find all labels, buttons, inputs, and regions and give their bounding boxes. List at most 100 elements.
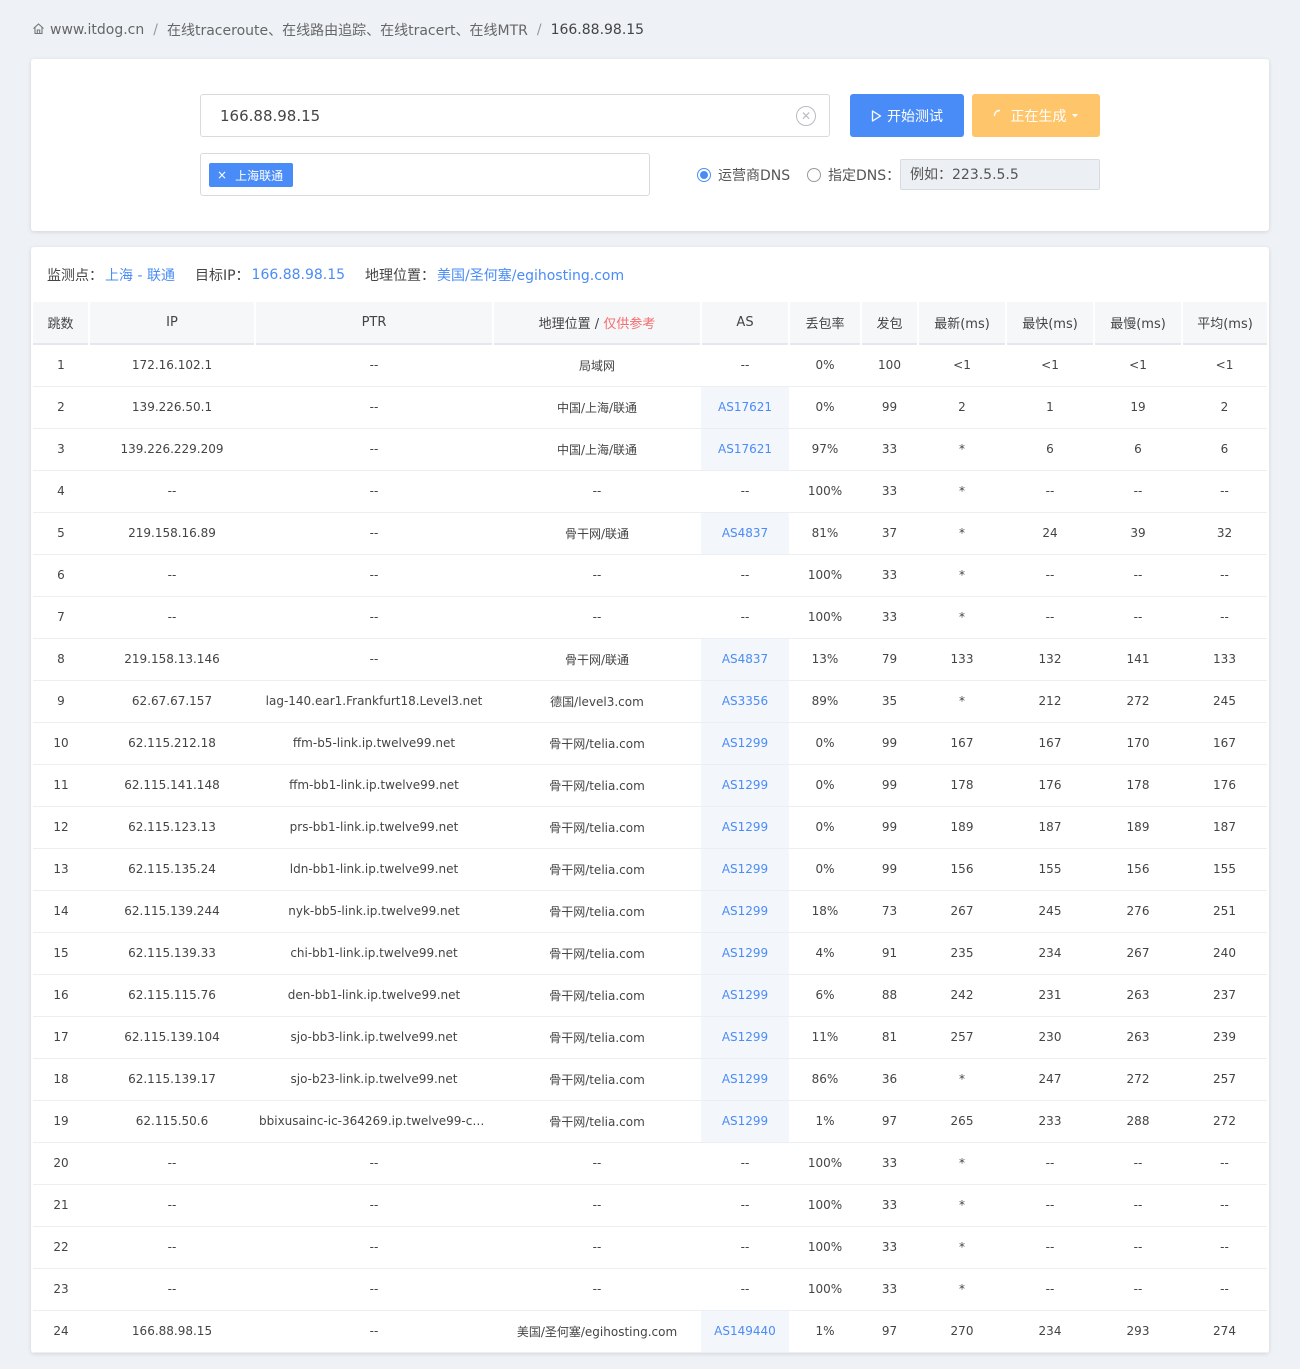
cell-last: 235 bbox=[918, 932, 1006, 975]
cell-best: 234 bbox=[1006, 932, 1094, 975]
cell-last: * bbox=[918, 1184, 1006, 1227]
cell-last: 189 bbox=[918, 806, 1006, 849]
header-ip: IP bbox=[89, 302, 256, 344]
as-link[interactable]: AS1299 bbox=[701, 1100, 789, 1143]
cell-ip: 219.158.13.146 bbox=[89, 638, 255, 681]
cell-sent: 100 bbox=[861, 344, 918, 387]
cell-hop: 20 bbox=[33, 1142, 89, 1185]
cell-hop: 15 bbox=[33, 932, 89, 975]
cell-loss: 0% bbox=[789, 344, 861, 387]
cell-sent: 33 bbox=[861, 596, 918, 639]
cell-last: 267 bbox=[918, 890, 1006, 933]
cell-as: -- bbox=[701, 470, 789, 513]
cell-best: 230 bbox=[1006, 1016, 1094, 1059]
cell-loss: 1% bbox=[789, 1310, 861, 1353]
cell-best: -- bbox=[1006, 1184, 1094, 1227]
cell-loss: 13% bbox=[789, 638, 861, 681]
as-link[interactable]: AS4837 bbox=[701, 512, 789, 555]
cell-as: -- bbox=[701, 596, 789, 639]
as-link[interactable]: AS1299 bbox=[701, 932, 789, 975]
as-link[interactable]: AS1299 bbox=[701, 1058, 789, 1101]
breadcrumb-home-link[interactable]: www.itdog.cn bbox=[50, 22, 144, 38]
monitor-point-select[interactable]: × 上海联通 bbox=[200, 153, 650, 196]
as-link[interactable]: AS17621 bbox=[701, 386, 789, 429]
cell-sent: 37 bbox=[861, 512, 918, 555]
as-link[interactable]: AS1299 bbox=[701, 848, 789, 891]
table-row: 18 62.115.139.17 sjo-b23-link.ip.twelve99.… bbox=[33, 1058, 1267, 1101]
cell-worst: 267 bbox=[1094, 932, 1182, 975]
as-link[interactable]: AS1299 bbox=[701, 806, 789, 849]
cell-loss: 0% bbox=[789, 386, 861, 429]
cell-best: -- bbox=[1006, 1226, 1094, 1269]
as-link[interactable]: AS1299 bbox=[701, 764, 789, 807]
as-link[interactable]: AS1299 bbox=[701, 722, 789, 765]
as-link[interactable]: AS4837 bbox=[701, 638, 789, 681]
cell-loss: 1% bbox=[789, 1100, 861, 1143]
cell-best: 245 bbox=[1006, 890, 1094, 933]
cell-hop: 18 bbox=[33, 1058, 89, 1101]
cell-worst: <1 bbox=[1094, 344, 1182, 387]
cell-ip: -- bbox=[89, 554, 255, 597]
cell-loss: 4% bbox=[789, 932, 861, 975]
cell-worst: 170 bbox=[1094, 722, 1182, 765]
cell-last: * bbox=[918, 470, 1006, 513]
dns-custom-radio[interactable] bbox=[807, 168, 821, 182]
generating-dropdown-button[interactable]: 正在生成 bbox=[972, 94, 1100, 137]
breadcrumb-current: 166.88.98.15 bbox=[550, 22, 645, 38]
tag-remove-icon[interactable]: × bbox=[217, 168, 227, 182]
cell-ip: 62.115.141.148 bbox=[89, 764, 255, 807]
cell-worst: 293 bbox=[1094, 1310, 1182, 1353]
clear-circle-icon[interactable]: ✕ bbox=[796, 106, 816, 126]
dns-custom-option[interactable]: 指定DNS： bbox=[807, 163, 900, 187]
cell-ptr: -- bbox=[255, 428, 493, 471]
start-test-button[interactable]: 开始测试 bbox=[850, 94, 964, 137]
cell-sent: 88 bbox=[861, 974, 918, 1017]
cell-sent: 79 bbox=[861, 638, 918, 681]
cell-best: 187 bbox=[1006, 806, 1094, 849]
cell-as: -- bbox=[701, 1184, 789, 1227]
as-link[interactable]: AS1299 bbox=[701, 890, 789, 933]
table-row: 1 172.16.102.1 -- 局域网 -- 0% 100 <1 <1 <1 <1 bbox=[33, 344, 1267, 387]
cell-loss: 100% bbox=[789, 1226, 861, 1269]
as-link[interactable]: AS3356 bbox=[701, 680, 789, 723]
table-row: 4 -- -- -- -- 100% 33 * -- -- -- bbox=[33, 470, 1267, 513]
cell-ip: 62.115.123.13 bbox=[89, 806, 255, 849]
as-link[interactable]: AS1299 bbox=[701, 974, 789, 1017]
cell-loss: 100% bbox=[789, 596, 861, 639]
as-link[interactable]: AS17621 bbox=[701, 428, 789, 471]
cell-ptr: -- bbox=[255, 386, 493, 429]
cell-geo: 骨干网/telia.com bbox=[493, 764, 701, 807]
table-row: 19 62.115.50.6 bbixusainc-ic-364269.ip.twe… bbox=[33, 1100, 1267, 1143]
cell-avg: -- bbox=[1182, 1184, 1267, 1227]
header-as: AS bbox=[701, 302, 790, 344]
as-link[interactable]: AS1299 bbox=[701, 1016, 789, 1059]
cell-worst: 141 bbox=[1094, 638, 1182, 681]
cell-loss: 100% bbox=[789, 1142, 861, 1185]
breadcrumb: www.itdog.cn / 在线traceroute、在线路由追踪、在线tra… bbox=[32, 20, 644, 40]
cell-loss: 100% bbox=[789, 1184, 861, 1227]
cell-best: -- bbox=[1006, 1142, 1094, 1185]
dns-input-wrapper bbox=[900, 159, 1100, 190]
cell-loss: 86% bbox=[789, 1058, 861, 1101]
cell-ip: -- bbox=[89, 596, 255, 639]
cell-worst: 6 bbox=[1094, 428, 1182, 471]
cell-worst: 263 bbox=[1094, 974, 1182, 1017]
dns-input[interactable] bbox=[901, 160, 1099, 189]
cell-ptr: lag-140.ear1.Frankfurt18.Level3.net bbox=[255, 680, 493, 723]
home-icon[interactable] bbox=[32, 22, 50, 39]
dns-isp-option[interactable]: 运营商DNS bbox=[697, 163, 790, 187]
cell-loss: 18% bbox=[789, 890, 861, 933]
table-row: 12 62.115.123.13 prs-bb1-link.ip.twelve99.… bbox=[33, 806, 1267, 849]
breadcrumb-section-link[interactable]: 在线traceroute、在线路由追踪、在线tracert、在线MTR bbox=[167, 20, 528, 40]
cell-ptr: chi-bb1-link.ip.twelve99.net bbox=[255, 932, 493, 975]
as-link[interactable]: AS149440 bbox=[701, 1310, 789, 1353]
cell-avg: -- bbox=[1182, 1142, 1267, 1185]
cell-ptr: -- bbox=[255, 1226, 493, 1269]
cell-geo: 中国/上海/联通 bbox=[493, 428, 701, 471]
cell-ip: 62.115.139.244 bbox=[89, 890, 255, 933]
dns-isp-radio[interactable] bbox=[697, 168, 711, 182]
geo-label: 地理位置： bbox=[365, 268, 436, 284]
cell-ptr: ldn-bb1-link.ip.twelve99.net bbox=[255, 848, 493, 891]
cell-best: -- bbox=[1006, 596, 1094, 639]
target-input[interactable] bbox=[201, 95, 761, 136]
